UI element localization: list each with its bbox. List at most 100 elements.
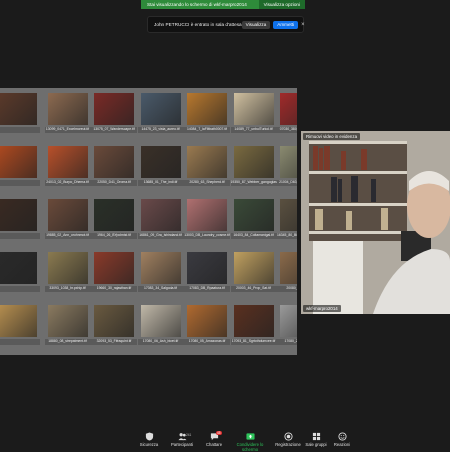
thumbnail-image: [140, 93, 181, 125]
thumbnail[interactable]: 20080_02_OAP.tif: [277, 249, 297, 296]
thumbnail[interactable]: 20003_46_Prop_Sat.tif: [230, 249, 277, 296]
thumbnail[interactable]: 13685_01_The_indi.tif: [137, 143, 184, 190]
thumbnail-image: [0, 146, 37, 178]
thumbnail[interactable]: 07030_380_UFGheoelin.tif: [277, 90, 297, 137]
thumbnail-filename: [0, 339, 40, 345]
participant-video-frame: [301, 131, 450, 314]
thumbnail[interactable]: 32093_53_Fifraquint.tif: [91, 302, 137, 349]
thumbnail-filename: 17083_DB_Rpaatura.tif: [184, 286, 230, 292]
thumbnail-image: [0, 93, 37, 125]
thumbnail[interactable]: 17080_05_Amazonas.tif: [184, 302, 230, 349]
thumbnail-image: [140, 199, 181, 231]
spotlight-video[interactable]: Rimuovi video in evidenza wkf-marpro2014: [301, 131, 450, 314]
thumbnail[interactable]: 17080_26_Nuchel.tif: [277, 302, 297, 349]
chat-button[interactable]: 45 Chattare: [196, 431, 232, 447]
thumbnail-filename: 20003_46_Prop_Sat.tif: [230, 286, 277, 292]
thumbnail-image: [187, 146, 227, 178]
thumbnail[interactable]: [0, 249, 40, 296]
thumbnail-filename: 07030_380_UFGheoelin.tif: [277, 127, 297, 133]
thumbnail[interactable]: 19350_87_Webber_gangoglas.tif: [230, 143, 277, 190]
thumbnail-image: [280, 252, 297, 284]
thumbnail-image: [94, 93, 134, 125]
thumbnail-image: [233, 93, 274, 125]
share-screen-button[interactable]: Condividere lo schermo: [232, 432, 268, 452]
thumbnail[interactable]: 13099_0471_Excelmoreut.tif: [44, 90, 91, 137]
thumbnail[interactable]: [0, 196, 40, 243]
thumbnail-filename: 13685_01_The_indi.tif: [137, 180, 184, 186]
thumbnail-filename: 18880_08_strepatment.tif: [44, 339, 91, 345]
thumbnail[interactable]: 16403_84_Coltamanigal.tif: [230, 196, 277, 243]
thumbnail[interactable]: 17080_06_Ash_bicet.tif: [137, 302, 184, 349]
thumbnail-filename: 22050_D41_Oroma.tif: [91, 180, 137, 186]
thumbnail-image: [233, 305, 274, 337]
thumbnail-filename: 21004_D63_Kingpotmatc.tif: [277, 180, 297, 186]
thumbnail-image: [233, 146, 274, 178]
thumbnail[interactable]: [0, 143, 40, 190]
waiting-room-message: John PETRUCCI è entrato in sala d'attesa: [154, 22, 242, 27]
thumbnail[interactable]: 19885_02_Ann_orohnmot.tif: [44, 196, 91, 243]
thumbnail[interactable]: 14089_77_unbulTurkol.tif: [230, 90, 277, 137]
thumbnail-filename: [0, 180, 40, 186]
thumbnail[interactable]: 20280_63_Shepherd.tif: [184, 143, 230, 190]
thumbnail-image: [140, 146, 181, 178]
remove-spotlight-label[interactable]: Rimuovi video in evidenza: [303, 133, 361, 140]
thumbnail-image: [47, 93, 88, 125]
thumbnail[interactable]: 17083_DB_Rpaatura.tif: [184, 249, 230, 296]
meeting-toolbar: Sicurezza 241 Partecipanti 45 Chattare C…: [0, 430, 450, 452]
thumbnail[interactable]: 13003_DB_Laundry_cosme.tif: [184, 196, 230, 243]
thumbnail[interactable]: 17083_34_Salgoda.tif: [137, 249, 184, 296]
thumbnail-image: [280, 93, 297, 125]
thumbnail[interactable]: 14084_7_laFlitbath0007.tif: [184, 90, 230, 137]
close-icon[interactable]: ×: [301, 22, 305, 28]
thumbnail-image: [0, 252, 37, 284]
thumbnail-image: [233, 199, 274, 231]
thumbnail-image: [47, 199, 88, 231]
thumbnail-image: [47, 146, 88, 178]
thumbnail[interactable]: [0, 90, 40, 137]
thumbnail[interactable]: [0, 302, 40, 349]
thumbnail-filename: 13099_0471_Excelmoreut.tif: [44, 127, 91, 133]
thumbnail-image: [187, 252, 227, 284]
thumbnail[interactable]: 22050_D41_Oroma.tif: [91, 143, 137, 190]
breakout-rooms-icon: [312, 432, 320, 441]
thumbnail-image: [280, 146, 297, 178]
thumbnail-filename: 1964_26_BYpolmist.tif: [91, 233, 137, 239]
thumbnail-image: [94, 146, 134, 178]
participant-name: wkf-marpro2014: [303, 305, 341, 312]
reactions-button[interactable]: Reazioni: [324, 432, 360, 447]
view-button[interactable]: Visualizza: [241, 20, 271, 29]
thumbnail[interactable]: 21004_D63_Kingpotmatc.tif: [277, 143, 297, 190]
thumbnail[interactable]: 19660_30_rajasthan.tif: [91, 249, 137, 296]
thumbnail-filename: 17080_05_Amazonas.tif: [184, 339, 230, 345]
thumbnail[interactable]: 17093_81_Sgrtothdumcee.tif: [230, 302, 277, 349]
thumbnail-filename: 24013_02_Burpo_Dhema.tif: [44, 180, 91, 186]
thumbnail-image: [47, 252, 88, 284]
thumbnail-filename: 33093_1038_hr.pxhip.tif: [44, 286, 91, 292]
thumbnail[interactable]: 33093_1038_hr.pxhip.tif: [44, 249, 91, 296]
thumbnail-filename: 14089_77_unbulTurkol.tif: [230, 127, 277, 133]
admit-button[interactable]: Ammetti: [273, 20, 299, 29]
thumbnail[interactable]: 13075_07_Wanderscape.tif: [91, 90, 137, 137]
thumbnail-image: [187, 305, 227, 337]
thumbnail-filename: 17093_81_Sgrtothdumcee.tif: [230, 339, 277, 345]
thumbnail-image: [140, 252, 181, 284]
security-button[interactable]: Sicurezza: [131, 432, 167, 447]
share-status-text: Stai visualizzando lo schermo di wkf-mar…: [147, 2, 247, 7]
thumbnail[interactable]: 24013_02_Burpo_Dhema.tif: [44, 143, 91, 190]
thumbnail[interactable]: 1964_26_BYpolmist.tif: [91, 196, 137, 243]
thumbnail-image: [0, 305, 37, 337]
view-options-button[interactable]: Visualizza opzioni: [258, 0, 305, 9]
thumbnail-filename: 17080_26_Nuchel.tif: [277, 339, 297, 345]
thumbnail[interactable]: 16861_09_Gra_ishindand.tif: [137, 196, 184, 243]
thumbnail[interactable]: 16345_80_Bloom_openhenge.tif: [277, 196, 297, 243]
thumbnail-filename: 17080_06_Ash_bicet.tif: [137, 339, 184, 345]
thumbnail-image: [47, 305, 88, 337]
thumbnail-filename: 13003_DB_Laundry_cosme.tif: [184, 233, 230, 239]
thumbnail-filename: [0, 233, 40, 239]
thumbnail-filename: 32093_53_Fifraquint.tif: [91, 339, 137, 345]
thumbnail[interactable]: 18880_08_strepatment.tif: [44, 302, 91, 349]
thumbnail[interactable]: 14475_23_vista_aureo.tif: [137, 90, 184, 137]
thumbnail-filename: 20080_02_OAP.tif: [277, 286, 297, 292]
thumbnail-filename: [0, 127, 40, 133]
participants-button[interactable]: 241 Partecipanti: [164, 432, 200, 447]
